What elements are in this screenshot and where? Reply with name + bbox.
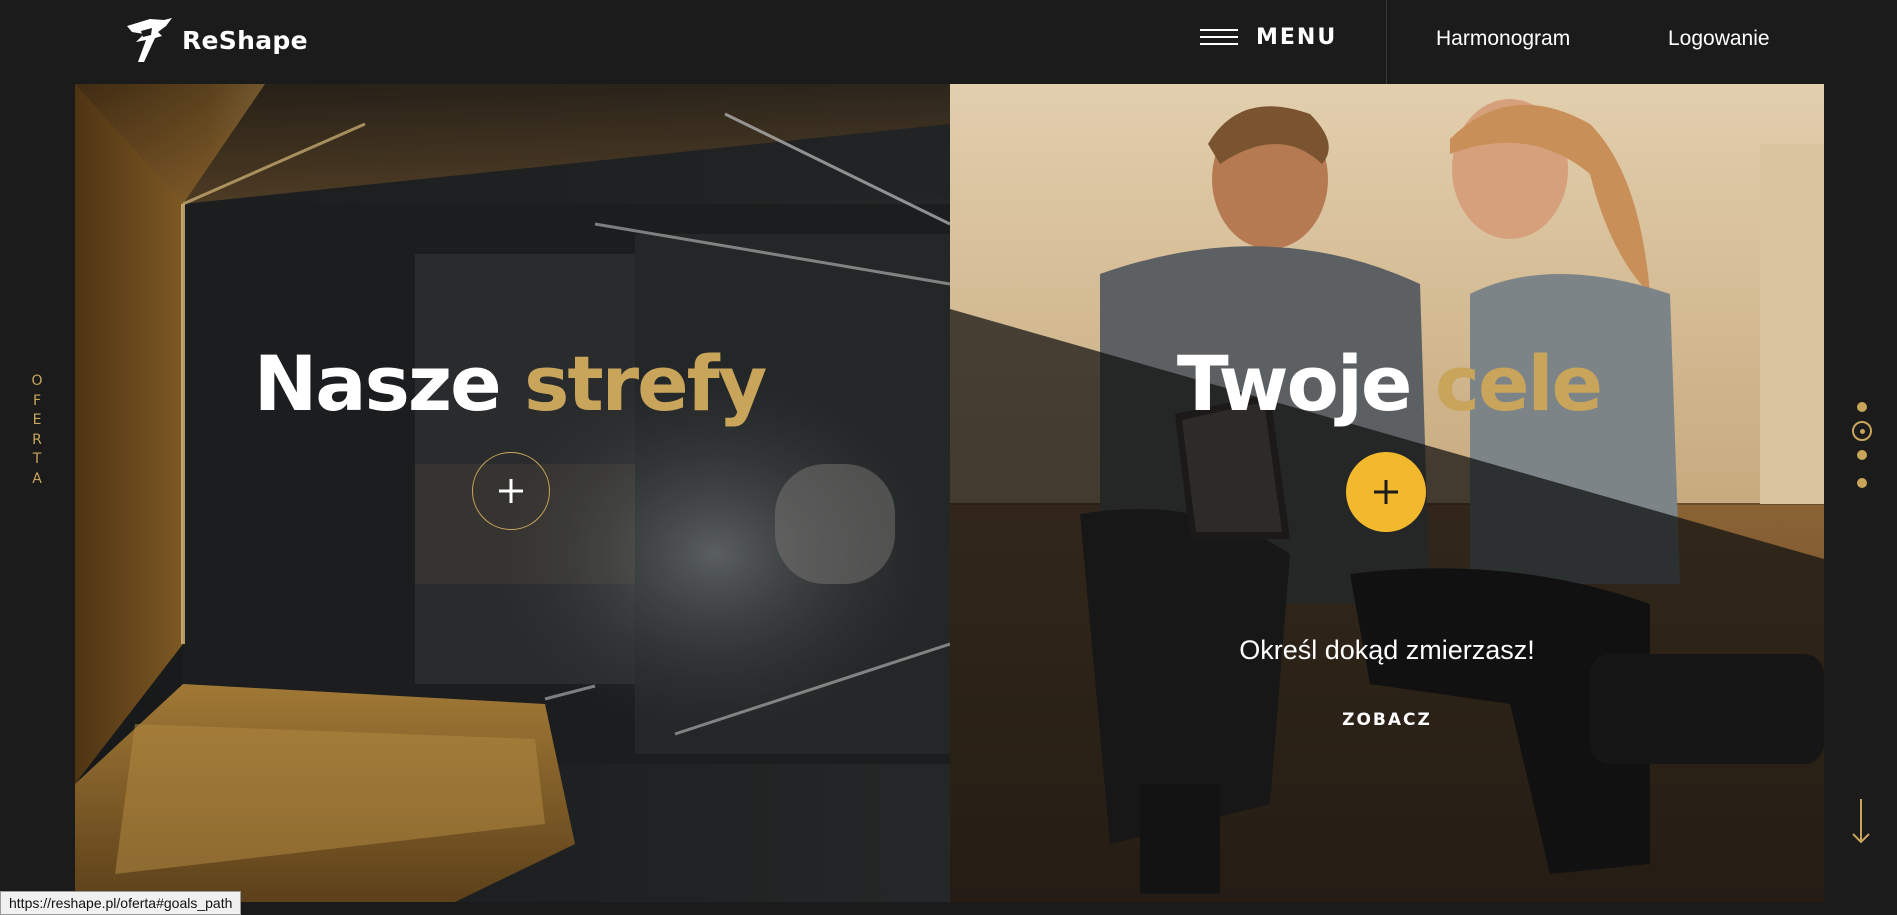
menu-label: MENU — [1256, 24, 1338, 50]
goals-expand-button[interactable] — [1346, 452, 1426, 532]
pager-dot[interactable] — [1857, 478, 1867, 488]
brand-name: ReShape — [182, 25, 308, 55]
section-label-letter: F — [32, 392, 42, 409]
hamburger-icon — [1200, 24, 1238, 50]
reshape-logo-icon — [127, 18, 172, 62]
section-label-vertical: O F E R T A — [30, 372, 44, 489]
status-bar-url: https://reshape.pl/oferta#goals_path — [0, 891, 242, 915]
nav-link-logowanie[interactable]: Logowanie — [1668, 27, 1770, 51]
zones-title: Nasze strefy — [75, 339, 947, 428]
zones-title-white: Nasze — [253, 339, 502, 428]
menu-button[interactable]: MENU — [1200, 24, 1337, 50]
goals-title-gold: cele — [1434, 339, 1603, 428]
goals-title-white: Twoje — [1176, 339, 1413, 428]
goals-title: Twoje cele — [952, 339, 1824, 428]
section-label-letter: R — [32, 431, 42, 448]
pager-dot[interactable] — [1857, 402, 1867, 412]
arrow-down-icon[interactable] — [1852, 798, 1870, 849]
brand-logo[interactable]: ReShape — [124, 16, 308, 64]
pager-dot[interactable] — [1857, 450, 1867, 460]
goals-panel[interactable]: Twoje cele Określ dokąd zmierzasz! ZOBAC… — [950, 84, 1824, 902]
nav-link-harmonogram[interactable]: Harmonogram — [1436, 27, 1570, 51]
zones-expand-button[interactable] — [472, 452, 550, 530]
section-pager — [1850, 402, 1874, 488]
section-label-letter: O — [31, 373, 43, 389]
header-divider — [1386, 0, 1387, 84]
site-header: ReShape MENU Harmonogram Logowanie — [0, 0, 1897, 84]
zones-panel[interactable]: Nasze strefy — [75, 84, 950, 902]
goals-cta-button[interactable]: ZOBACZ — [950, 710, 1824, 730]
plus-icon — [1374, 480, 1398, 504]
zones-title-gold: strefy — [524, 339, 767, 428]
pager-dot-active[interactable] — [1852, 421, 1872, 441]
plus-icon — [499, 479, 523, 503]
section-label-letter: A — [32, 470, 42, 487]
goals-subtitle: Określ dokąd zmierzasz! — [1239, 635, 1535, 665]
section-label-letter: T — [32, 451, 42, 467]
section-label-letter: E — [32, 412, 42, 428]
